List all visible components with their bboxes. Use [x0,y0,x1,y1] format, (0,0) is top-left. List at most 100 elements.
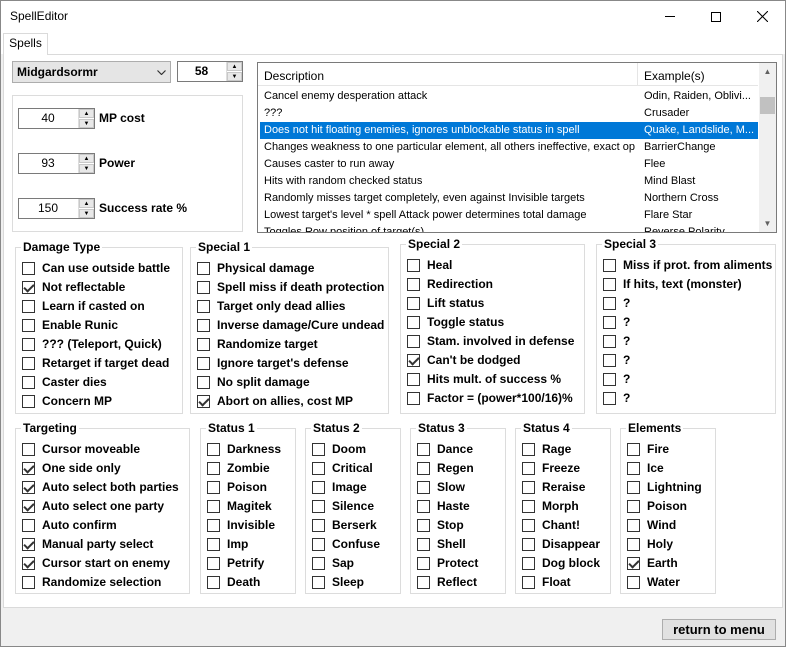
checkbox-special1-2[interactable]: Target only dead allies [197,299,345,313]
checkbox-unchecked-icon[interactable] [603,277,616,291]
checkbox-checked-icon[interactable] [22,537,35,551]
checkbox-special3-5[interactable]: ? [603,353,630,367]
checkbox-unchecked-icon[interactable] [417,575,430,589]
checkbox-unchecked-icon[interactable] [22,442,35,456]
checkbox-special1-3[interactable]: Inverse damage/Cure undead [197,318,384,332]
checkbox-status3-1[interactable]: Regen [417,461,474,475]
list-item[interactable]: Hits with random checked status Mind Blas… [260,173,758,190]
checkbox-status3-3[interactable]: Haste [417,499,470,513]
checkbox-status3-7[interactable]: Reflect [417,575,477,589]
checkbox-status2-2[interactable]: Image [312,480,367,494]
checkbox-damage_type-5[interactable]: Retarget if target dead [22,356,169,370]
spell-index-value[interactable]: 58 [178,62,225,81]
checkbox-damage_type-2[interactable]: Learn if casted on [22,299,145,313]
checkbox-unchecked-icon[interactable] [407,334,420,348]
checkbox-unchecked-icon[interactable] [22,261,35,275]
spin-down-icon[interactable]: ▼ [79,164,94,173]
checkbox-elements-7[interactable]: Water [627,575,680,589]
checkbox-unchecked-icon[interactable] [197,261,210,275]
checkbox-unchecked-icon[interactable] [22,356,35,370]
checkbox-unchecked-icon[interactable] [417,461,430,475]
list-item[interactable]: Does not hit floating enemies, ignores u… [260,122,758,139]
checkbox-damage_type-0[interactable]: Can use outside battle [22,261,170,275]
checkbox-special1-1[interactable]: Spell miss if death protection [197,280,384,294]
checkbox-damage_type-6[interactable]: Caster dies [22,375,107,389]
checkbox-unchecked-icon[interactable] [197,337,210,351]
power-stepper[interactable]: 93 ▲ ▼ [18,153,95,174]
checkbox-elements-0[interactable]: Fire [627,442,669,456]
checkbox-unchecked-icon[interactable] [627,499,640,513]
checkbox-unchecked-icon[interactable] [207,442,220,456]
checkbox-unchecked-icon[interactable] [522,556,535,570]
checkbox-targeting-6[interactable]: Cursor start on enemy [22,556,170,570]
checkbox-targeting-7[interactable]: Randomize selection [22,575,161,589]
checkbox-unchecked-icon[interactable] [417,499,430,513]
checkbox-special2-2[interactable]: Lift status [407,296,484,310]
checkbox-special2-7[interactable]: Factor = (power*100/16)% [407,391,573,405]
spin-down-icon[interactable]: ▼ [79,119,94,128]
checkbox-unchecked-icon[interactable] [417,442,430,456]
checkbox-unchecked-icon[interactable] [603,353,616,367]
power-value[interactable]: 93 [19,154,77,173]
checkbox-elements-3[interactable]: Poison [627,499,687,513]
checkbox-status3-0[interactable]: Dance [417,442,473,456]
checkbox-unchecked-icon[interactable] [197,299,210,313]
checkbox-status1-7[interactable]: Death [207,575,260,589]
checkbox-damage_type-4[interactable]: ??? (Teleport, Quick) [22,337,162,351]
checkbox-targeting-5[interactable]: Manual party select [22,537,153,551]
checkbox-unchecked-icon[interactable] [197,375,210,389]
checkbox-checked-icon[interactable] [22,461,35,475]
checkbox-checked-icon[interactable] [22,499,35,513]
spin-down-icon[interactable]: ▼ [227,72,242,81]
return-to-menu-button[interactable]: return to menu [662,619,776,640]
checkbox-unchecked-icon[interactable] [522,537,535,551]
checkbox-special3-3[interactable]: ? [603,315,630,329]
checkbox-unchecked-icon[interactable] [197,318,210,332]
checkbox-status2-5[interactable]: Confuse [312,537,380,551]
checkbox-unchecked-icon[interactable] [22,575,35,589]
checkbox-status1-3[interactable]: Magitek [207,499,272,513]
checkbox-unchecked-icon[interactable] [207,537,220,551]
success-rate-stepper[interactable]: 150 ▲ ▼ [18,198,95,219]
checkbox-targeting-4[interactable]: Auto confirm [22,518,117,532]
checkbox-special1-7[interactable]: Abort on allies, cost MP [197,394,353,408]
checkbox-unchecked-icon[interactable] [603,315,616,329]
checkbox-checked-icon[interactable] [407,353,420,367]
column-description[interactable]: Description [264,69,324,83]
checkbox-unchecked-icon[interactable] [207,461,220,475]
checkbox-status4-4[interactable]: Chant! [522,518,580,532]
spin-down-icon[interactable]: ▼ [79,209,94,218]
checkbox-status2-4[interactable]: Berserk [312,518,377,532]
checkbox-special2-1[interactable]: Redirection [407,277,493,291]
list-item[interactable]: Changes weakness to one particular eleme… [260,139,758,156]
checkbox-unchecked-icon[interactable] [22,318,35,332]
tab-spells[interactable]: Spells [3,33,48,55]
checkbox-status4-5[interactable]: Disappear [522,537,600,551]
checkbox-special2-4[interactable]: Stam. involved in defense [407,334,574,348]
checkbox-unchecked-icon[interactable] [627,480,640,494]
checkbox-status1-1[interactable]: Zombie [207,461,270,475]
minimize-button[interactable] [647,1,693,32]
checkbox-elements-4[interactable]: Wind [627,518,676,532]
checkbox-status3-5[interactable]: Shell [417,537,466,551]
checkbox-unchecked-icon[interactable] [603,334,616,348]
checkbox-status2-6[interactable]: Sap [312,556,354,570]
checkbox-unchecked-icon[interactable] [207,518,220,532]
checkbox-status2-1[interactable]: Critical [312,461,373,475]
checkbox-checked-icon[interactable] [22,480,35,494]
mp-cost-stepper[interactable]: 40 ▲ ▼ [18,108,95,129]
checkbox-special1-5[interactable]: Ignore target's defense [197,356,349,370]
checkbox-unchecked-icon[interactable] [627,461,640,475]
checkbox-unchecked-icon[interactable] [22,299,35,313]
checkbox-checked-icon[interactable] [627,556,640,570]
checkbox-special1-6[interactable]: No split damage [197,375,310,389]
checkbox-unchecked-icon[interactable] [522,461,535,475]
checkbox-checked-icon[interactable] [197,394,210,408]
checkbox-status2-3[interactable]: Silence [312,499,374,513]
checkbox-status3-2[interactable]: Slow [417,480,465,494]
checkbox-unchecked-icon[interactable] [22,337,35,351]
checkbox-unchecked-icon[interactable] [627,537,640,551]
checkbox-status4-7[interactable]: Float [522,575,571,589]
checkbox-special1-0[interactable]: Physical damage [197,261,314,275]
checkbox-status1-6[interactable]: Petrify [207,556,264,570]
